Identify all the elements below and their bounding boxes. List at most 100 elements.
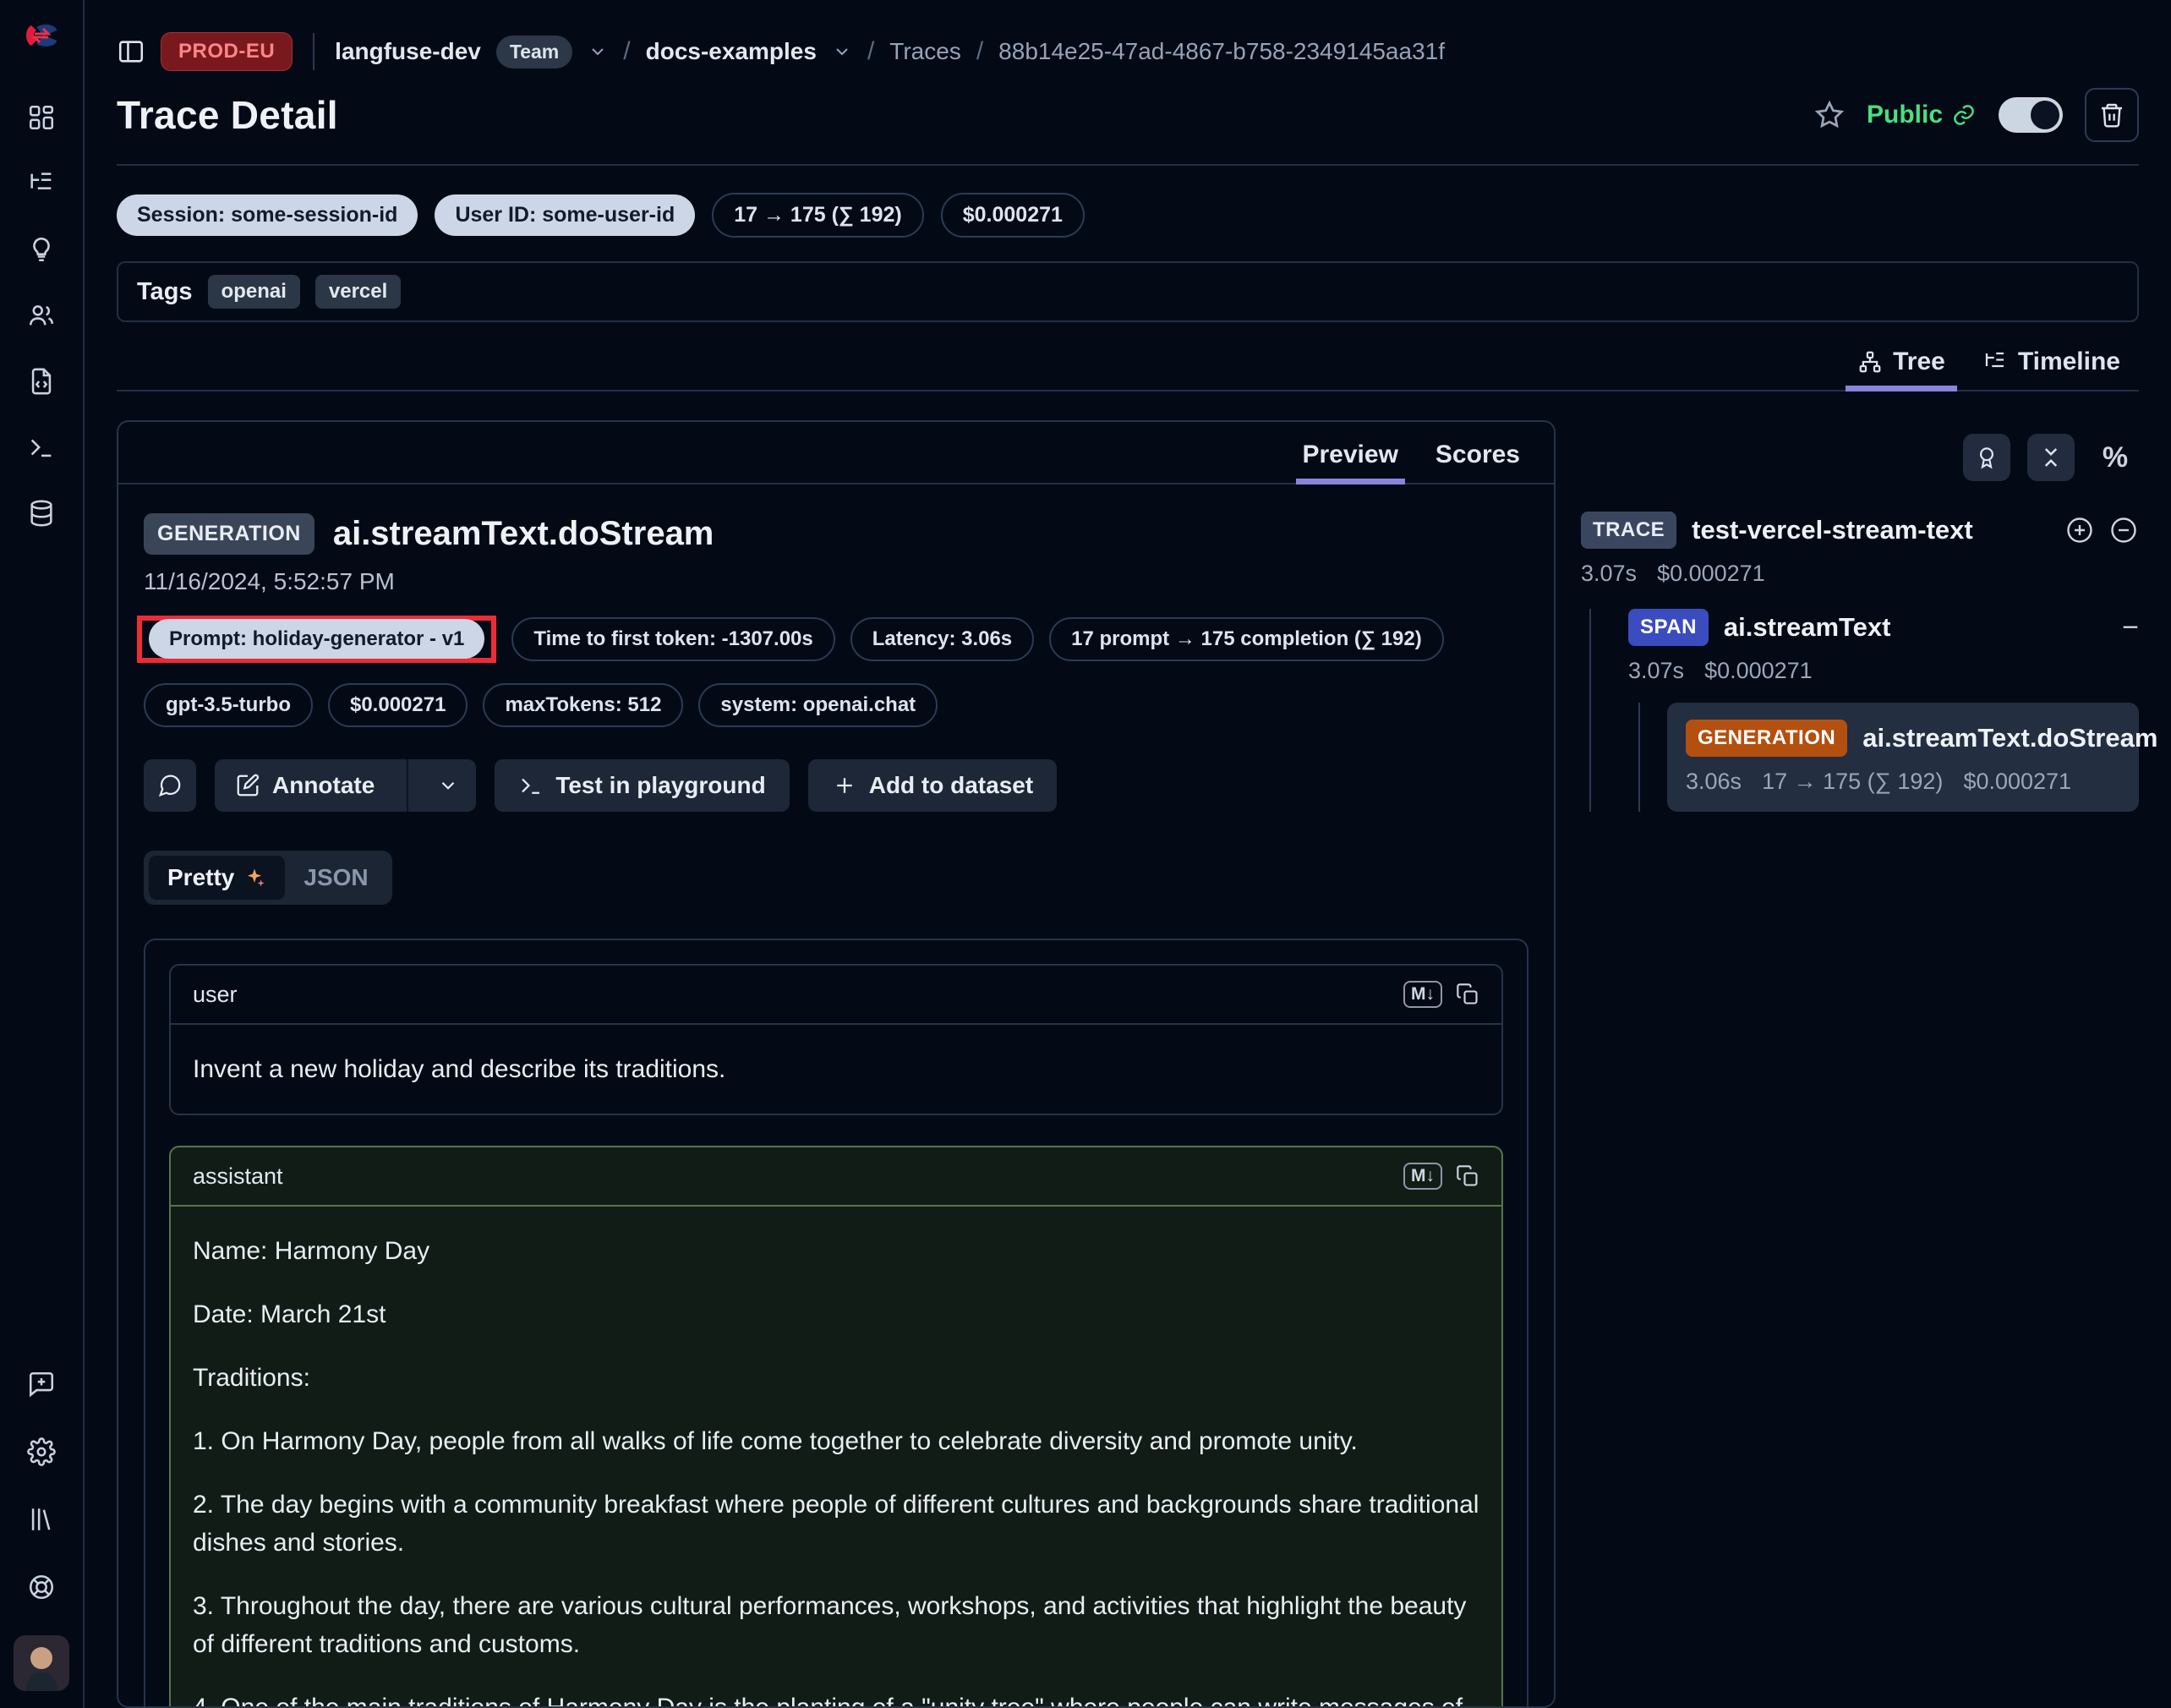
sidebar-toggle-icon[interactable] <box>117 37 145 66</box>
breadcrumb-separator: / <box>623 37 630 66</box>
copy-icon[interactable] <box>1456 1164 1479 1188</box>
markdown-toggle-icon[interactable]: M↓ <box>1403 1163 1442 1190</box>
tree-row-span[interactable]: SPAN ai.streamText − <box>1628 609 2139 646</box>
chevron-down-icon <box>437 775 459 797</box>
public-link[interactable]: Public <box>1867 101 1977 129</box>
tab-tree[interactable]: Tree <box>1857 348 1945 390</box>
breadcrumb-separator: / <box>867 37 874 66</box>
session-badge[interactable]: Session: some-session-id <box>117 194 418 236</box>
messages-container: user M↓ Invent a new holiday and describ… <box>144 939 1528 1706</box>
org-type-badge[interactable]: Team <box>496 36 572 68</box>
trace-cost: $0.000271 <box>1657 561 1765 587</box>
breadcrumb-project[interactable]: docs-examples <box>646 38 817 65</box>
add-to-dataset-button[interactable]: Add to dataset <box>808 759 1057 812</box>
panel-tabs: Preview Scores <box>118 422 1554 484</box>
trace-tree: TRACE test-vercel-stream-text 3.07s $0.0… <box>1581 512 2139 812</box>
main-column: PROD-EU langfuse-dev Team / docs-example… <box>85 0 2171 1708</box>
annotate-pen-icon <box>235 773 260 798</box>
breadcrumb-divider <box>313 33 314 70</box>
users-icon[interactable] <box>27 301 56 330</box>
markdown-toggle-icon[interactable]: M↓ <box>1403 981 1442 1008</box>
ttft-badge: Time to first token: -1307.00s <box>511 617 834 661</box>
delete-trace-button[interactable] <box>2085 88 2139 142</box>
file-code-icon[interactable] <box>27 367 56 396</box>
left-sidebar <box>0 0 85 1708</box>
trash-icon <box>2098 101 2125 129</box>
prompt-badge-highlight: Prompt: holiday-generator - v1 <box>137 616 496 663</box>
test-in-playground-button[interactable]: Test in playground <box>495 759 789 812</box>
breadcrumb-trace-id: 88b14e25-47ad-4867-b758-2349145aa31f <box>998 38 1445 65</box>
tracing-icon[interactable] <box>27 169 56 198</box>
user-id-badge[interactable]: User ID: some-user-id <box>435 194 695 236</box>
tags-label: Tags <box>137 278 193 306</box>
timeline-view-icon <box>1982 349 2008 375</box>
annotate-dropdown[interactable] <box>420 775 476 797</box>
prompt-badge[interactable]: Prompt: holiday-generator - v1 <box>149 619 484 659</box>
trace-tree-panel: % TRACE test-vercel-stream-text 3.07s $0… <box>1581 420 2139 1708</box>
tag-openai[interactable]: openai <box>208 275 300 309</box>
playground-terminal-icon <box>518 773 544 798</box>
format-toggle: Pretty JSON <box>144 851 392 905</box>
latency-badge: Latency: 3.06s <box>850 617 1034 661</box>
terminal-icon[interactable] <box>27 433 56 462</box>
annotate-button[interactable]: Annotate <box>215 759 476 812</box>
chevron-down-icon[interactable] <box>832 41 852 62</box>
expand-all-icon[interactable] <box>2064 515 2095 545</box>
tab-scores[interactable]: Scores <box>1435 441 1520 483</box>
lightbulb-icon[interactable] <box>27 235 56 264</box>
comment-icon <box>157 773 183 798</box>
database-icon[interactable] <box>27 499 56 528</box>
span-name: ai.streamText <box>1724 612 1891 643</box>
breadcrumb-traces[interactable]: Traces <box>889 38 961 65</box>
tree-row-trace[interactable]: TRACE test-vercel-stream-text <box>1581 512 2139 549</box>
sparkles-icon <box>243 866 266 890</box>
actions-row: Annotate Test in playground <box>144 759 1528 812</box>
span-type-badge: SPAN <box>1628 609 1709 646</box>
langfuse-logo-icon[interactable] <box>23 19 60 52</box>
message-user: user M↓ Invent a new holiday and describ… <box>169 964 1503 1115</box>
model-badge[interactable]: gpt-3.5-turbo <box>144 683 313 727</box>
support-lifebuoy-icon[interactable] <box>27 1573 56 1601</box>
token-usage-badge: 17 → 175 (∑ 192) <box>712 193 924 238</box>
message-content: Name: Harmony Day Date: March 21st Tradi… <box>171 1207 1501 1706</box>
chevron-down-icon[interactable] <box>588 41 608 62</box>
tree-row-generation-selected[interactable]: GENERATION ai.streamText.doStream 3.06s … <box>1667 703 2139 812</box>
tag-vercel[interactable]: vercel <box>315 275 401 309</box>
collapse-span-icon[interactable]: − <box>2122 613 2139 642</box>
meta-badges-row: Session: some-session-id User ID: some-u… <box>117 193 2139 238</box>
library-icon[interactable] <box>27 1505 56 1534</box>
environment-badge[interactable]: PROD-EU <box>161 32 293 71</box>
user-avatar[interactable] <box>14 1635 69 1691</box>
generation-latency: 3.06s <box>1686 769 1742 795</box>
generation-name: ai.streamText.doStream <box>1862 723 2157 753</box>
public-toggle[interactable] <box>1999 97 2063 133</box>
format-json[interactable]: JSON <box>285 856 386 900</box>
scores-award-button[interactable] <box>1963 434 2010 481</box>
system-badge: system: openai.chat <box>698 683 938 727</box>
span-cost: $0.000271 <box>1704 658 1813 684</box>
percent-toggle-button[interactable]: % <box>2092 434 2139 481</box>
tags-box: Tags openai vercel <box>117 261 2139 322</box>
generation-type-badge: GENERATION <box>1686 720 1847 757</box>
collapse-all-icon[interactable] <box>2108 515 2139 545</box>
settings-gear-icon[interactable] <box>27 1437 56 1466</box>
header-divider <box>117 164 2139 166</box>
tab-timeline[interactable]: Timeline <box>1982 348 2120 390</box>
tab-preview[interactable]: Preview <box>1303 441 1398 483</box>
feedback-icon[interactable] <box>27 1370 56 1399</box>
generation-metrics: 3.06s 17 → 175 (∑ 192) $0.000271 <box>1686 769 2120 795</box>
trace-detail-page: PROD-EU langfuse-dev Team / docs-example… <box>0 0 2171 1708</box>
star-icon[interactable] <box>1814 100 1845 130</box>
message-content: Invent a new holiday and describe its tr… <box>171 1025 1501 1114</box>
generation-tokens: 17 → 175 (∑ 192) <box>1762 769 1943 795</box>
breadcrumb-org[interactable]: langfuse-dev <box>335 38 481 65</box>
collapse-all-button[interactable] <box>2027 434 2075 481</box>
generation-cost: $0.000271 <box>1963 769 2071 795</box>
dashboard-icon[interactable] <box>27 103 56 132</box>
comment-button[interactable] <box>144 759 196 812</box>
copy-icon[interactable] <box>1456 983 1479 1006</box>
format-pretty[interactable]: Pretty <box>149 856 285 900</box>
page-title: Trace Detail <box>117 92 338 138</box>
message-role-label: user <box>193 982 238 1008</box>
trace-panel: Preview Scores GENERATION ai.streamText.… <box>117 420 1556 1708</box>
